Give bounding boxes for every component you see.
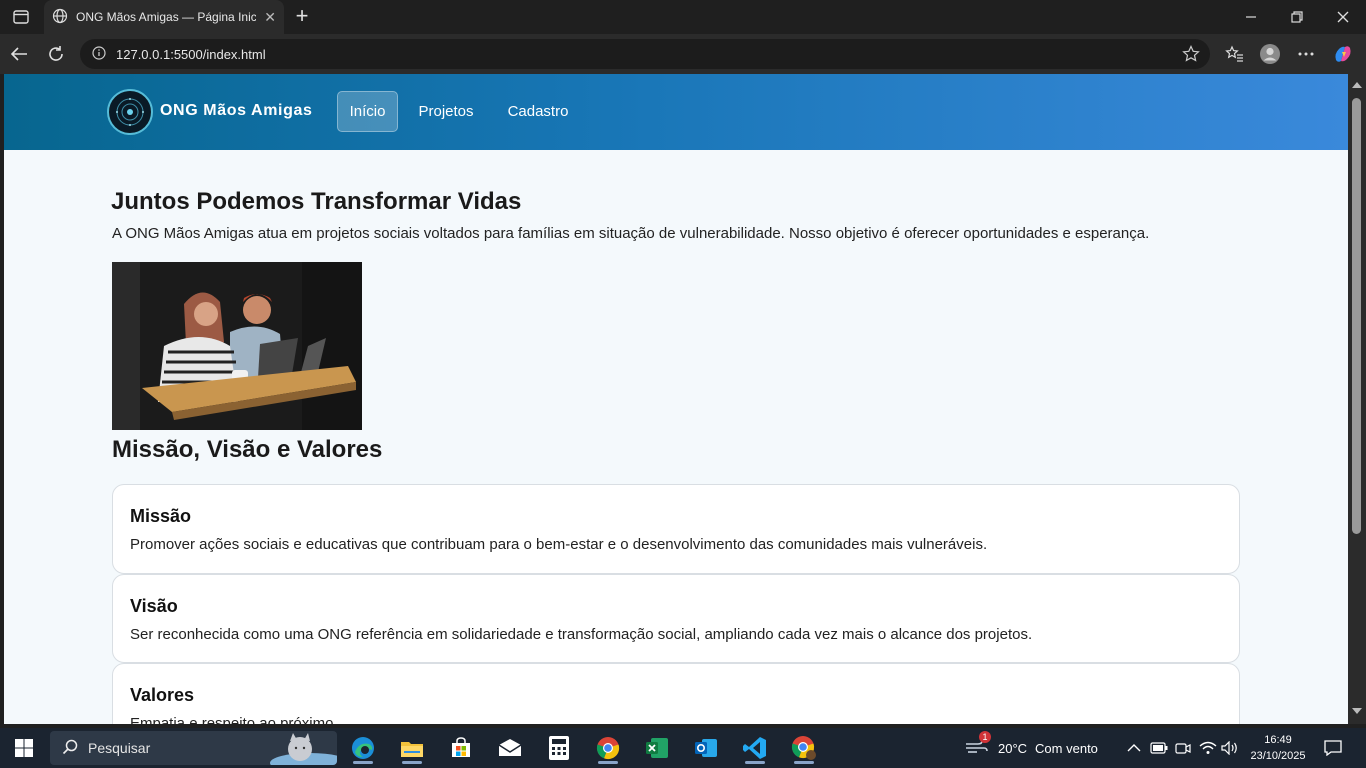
tab-actions-icon[interactable]	[8, 5, 34, 29]
page-scrollbar[interactable]	[1348, 74, 1366, 724]
site-info-icon[interactable]	[92, 45, 106, 63]
close-window-icon[interactable]	[1320, 0, 1366, 34]
search-icon	[62, 739, 78, 758]
profile-avatar-icon[interactable]	[1257, 41, 1283, 67]
battery-icon[interactable]	[1150, 728, 1168, 768]
weather-temp: 20°C	[998, 740, 1028, 756]
clock-time: 16:49	[1264, 734, 1292, 746]
back-icon[interactable]	[6, 41, 32, 67]
show-hidden-icons[interactable]	[1127, 728, 1141, 768]
card-title: Visão	[130, 596, 178, 616]
page-viewport: ONG Mãos Amigas Início Projetos Cadastro…	[4, 74, 1348, 724]
address-bar[interactable]: 127.0.0.1:5500/index.html	[80, 39, 1210, 69]
card-text: Empatia e respeito ao próximo.	[130, 715, 338, 724]
scrollbar-thumb[interactable]	[1352, 98, 1361, 534]
notifications-icon[interactable]	[1324, 728, 1342, 768]
restore-icon[interactable]	[1274, 0, 1320, 34]
refresh-icon[interactable]	[43, 41, 69, 67]
nav-inicio[interactable]: Início	[337, 91, 398, 132]
tab-title: ONG Mãos Amigas — Página Inicial	[76, 10, 256, 24]
favorite-star-icon[interactable]	[1182, 45, 1200, 66]
card-text: Ser reconhecida como uma ONG referência …	[130, 626, 1033, 643]
browser-titlebar: ONG Mãos Amigas — Página Inicial ✕ +	[0, 0, 1366, 34]
calculator-icon[interactable]	[539, 732, 579, 764]
taskbar-search[interactable]: Pesquisar	[50, 731, 337, 765]
card-valores: Valores Empatia e respeito ao próximo.	[112, 663, 1240, 724]
hero-photo	[112, 262, 362, 430]
nav-projetos[interactable]: Projetos	[409, 91, 483, 132]
vscode-app-icon[interactable]	[735, 732, 775, 764]
taskbar-clock[interactable]: 16:49 23/10/2025	[1244, 732, 1312, 764]
tab-close-icon[interactable]: ✕	[264, 9, 276, 26]
more-menu-icon[interactable]	[1293, 41, 1319, 67]
weather-alert-badge: 1	[979, 731, 991, 743]
scroll-up-icon[interactable]	[1352, 82, 1362, 88]
microsoft-store-icon[interactable]	[441, 732, 481, 764]
camera-icon[interactable]	[1175, 728, 1191, 768]
edge-app-icon[interactable]	[343, 732, 383, 764]
hero-title: Juntos Podemos Transformar Vidas	[111, 188, 522, 215]
nav-cadastro[interactable]: Cadastro	[499, 91, 577, 132]
card-title: Valores	[130, 685, 195, 705]
section-title: Missão, Visão e Valores	[112, 436, 383, 463]
url-text: 127.0.0.1:5500/index.html	[116, 46, 266, 62]
globe-icon	[52, 8, 68, 27]
card-visao: Visão Ser reconhecida como uma ONG refer…	[112, 574, 1240, 663]
hero-text: A ONG Mãos Amigas atua em projetos socia…	[112, 225, 1150, 242]
search-placeholder: Pesquisar	[88, 740, 151, 756]
clock-date: 23/10/2025	[1250, 750, 1306, 762]
outlook-app-icon[interactable]	[686, 732, 726, 764]
chrome-app-icon[interactable]	[588, 732, 628, 764]
scroll-down-icon[interactable]	[1352, 708, 1362, 714]
card-title: Missão	[130, 506, 192, 526]
browser-tab[interactable]: ONG Mãos Amigas — Página Inicial ✕	[44, 0, 284, 34]
volume-icon[interactable]	[1221, 728, 1239, 768]
chrome-profile-app-icon[interactable]	[784, 732, 824, 764]
new-tab-icon[interactable]: +	[290, 5, 314, 28]
search-highlight-cat-icon	[260, 731, 337, 765]
copilot-icon[interactable]	[1330, 41, 1356, 67]
excel-app-icon[interactable]	[637, 732, 677, 764]
minimize-icon[interactable]	[1228, 0, 1274, 34]
ong-logo[interactable]	[107, 89, 153, 135]
site-header: ONG Mãos Amigas Início Projetos Cadastro	[4, 74, 1348, 150]
browser-toolbar: 127.0.0.1:5500/index.html	[0, 34, 1366, 74]
favorites-icon[interactable]	[1221, 41, 1247, 67]
weather-text: Com vento	[1035, 740, 1098, 756]
file-explorer-icon[interactable]	[392, 732, 432, 764]
wind-weather-icon: 1	[964, 731, 991, 758]
card-missao: Missão Promover ações sociais e educativ…	[112, 484, 1240, 574]
card-text: Promover ações sociais e educativas que …	[130, 536, 988, 553]
windows-start-icon[interactable]	[8, 734, 40, 762]
weather-widget[interactable]: 1 20°C Com vento	[964, 728, 1098, 768]
mail-app-icon[interactable]	[490, 732, 530, 764]
wifi-icon[interactable]	[1199, 728, 1217, 768]
brand-name[interactable]: ONG Mãos Amigas	[160, 102, 312, 120]
windows-taskbar: Pesquisar 1 20°C Com vento 16:49 23/10/2…	[0, 728, 1366, 768]
